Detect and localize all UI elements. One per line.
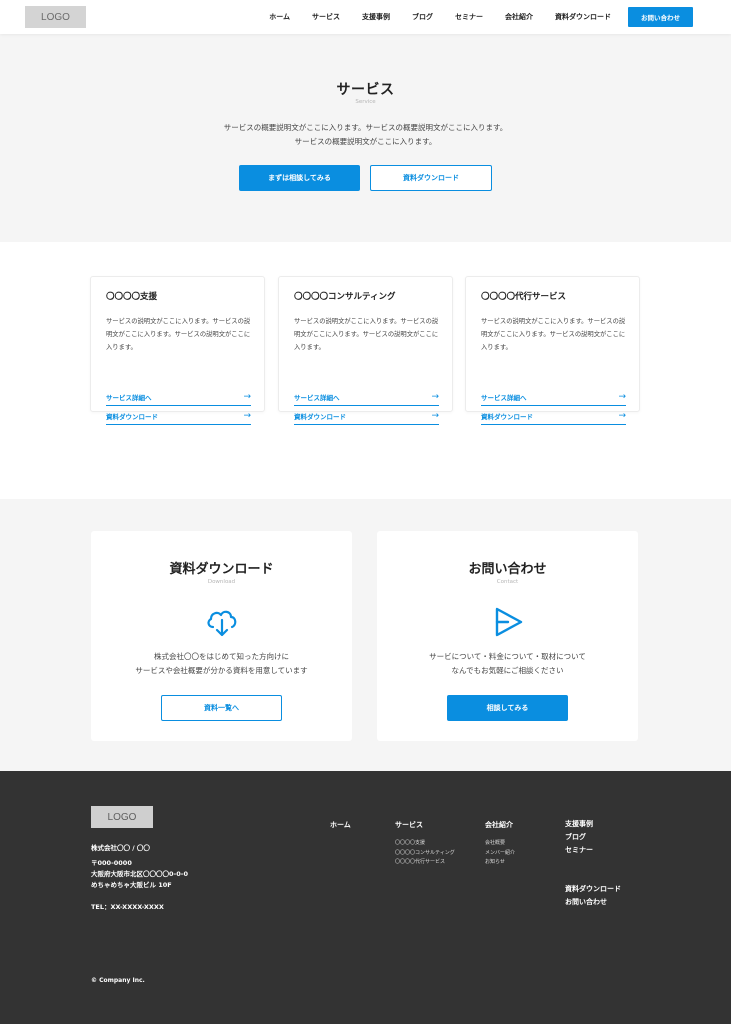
arrow-right-icon: → (618, 410, 626, 421)
nav-company[interactable]: 会社紹介 (505, 12, 533, 22)
hero-description: サービスの概要説明文がここに入ります。サービスの概要説明文がここに入ります。 サ… (0, 121, 731, 149)
service-detail-label: サービス詳細へ (106, 393, 152, 402)
main-nav: ホーム サービス 支援事例 ブログ セミナー 会社紹介 資料ダウンロード お問い… (269, 0, 693, 34)
page-title: サービス (336, 82, 395, 98)
footer-company-name: 株式会社〇〇 / 〇〇 (91, 844, 150, 852)
consult-button[interactable]: まずは相談してみる (239, 165, 360, 191)
service-card-desc: サービスの説明文がここに入ります。サービスの説明文がここに入ります。サービスの説… (294, 318, 439, 351)
download-card-desc: 株式会社〇〇をはじめて知った方向けに サービスや会社概要が分かる資料を用意してい… (91, 650, 352, 678)
hero-section: サービス Service サービスの概要説明文がここに入ります。サービスの概要説… (0, 34, 731, 242)
service-card: 〇〇〇〇支援 サービスの説明文がここに入ります。サービスの説明文がここに入ります… (90, 276, 265, 425)
send-icon (495, 607, 522, 637)
service-detail-link[interactable]: サービス詳細へ → (481, 388, 626, 406)
footer-copyright: © Company Inc. (91, 977, 145, 984)
service-card-desc: サービスの説明文がここに入ります。サービスの説明文がここに入ります。サービスの説… (106, 318, 251, 351)
footer-tel: TEL：XX-XXXX-XXXX (91, 903, 164, 911)
nav-service[interactable]: サービス (312, 12, 340, 22)
footer-link-seminar[interactable]: セミナー (565, 844, 593, 857)
service-detail-link[interactable]: サービス詳細へ → (294, 388, 439, 406)
service-detail-link[interactable]: サービス詳細へ → (106, 388, 251, 406)
header-contact-button[interactable]: お問い合わせ (628, 7, 693, 27)
service-download-link[interactable]: 資料ダウンロード → (294, 407, 439, 425)
service-detail-label: サービス詳細へ (294, 393, 340, 402)
download-button[interactable]: 資料ダウンロード (370, 165, 492, 191)
service-card: 〇〇〇〇コンサルティング サービスの説明文がここに入ります。サービスの説明文がこ… (278, 276, 453, 425)
download-desc-line2: サービスや会社概要が分かる資料を用意しています (135, 666, 308, 675)
services-section: 〇〇〇〇支援 サービスの説明文がここに入ります。サービスの説明文がここに入ります… (0, 242, 731, 499)
footer-address: 〒000-0000 大阪府大阪市北区〇〇〇〇0-0-0 めちゃめちゃ大阪ビル 1… (91, 858, 188, 891)
service-card-title: 〇〇〇〇支援 (106, 292, 158, 302)
site-header: LOGO ホーム サービス 支援事例 ブログ セミナー 会社紹介 資料ダウンロー… (0, 0, 731, 34)
download-list-button[interactable]: 資料一覧へ (161, 695, 282, 721)
contact-desc-line2: なんでもお気軽にご相談ください (451, 666, 564, 675)
footer-col-company: 会社紹介 会社概要 メンバー紹介 お知らせ (485, 820, 515, 868)
download-card: 資料ダウンロード Download 株式会社〇〇をはじめて知った方向けに サービ… (91, 531, 352, 741)
arrow-right-icon: → (431, 410, 439, 421)
cloud-download-icon (206, 610, 236, 637)
footer-link-service-item[interactable]: 〇〇〇〇支援 (395, 839, 455, 849)
download-card-title: 資料ダウンロード (169, 562, 274, 577)
service-card: 〇〇〇〇代行サービス サービスの説明文がここに入ります。サービスの説明文がここに… (465, 276, 640, 425)
service-card-desc: サービスの説明文がここに入ります。サービスの説明文がここに入ります。サービスの説… (481, 318, 626, 351)
contact-card-title: お問い合わせ (468, 562, 547, 577)
contact-card-subtitle: Contact (496, 579, 519, 585)
service-download-label: 資料ダウンロード (294, 412, 346, 421)
service-download-link[interactable]: 資料ダウンロード → (481, 407, 626, 425)
header-logo[interactable]: LOGO (25, 6, 86, 28)
arrow-right-icon: → (243, 391, 251, 402)
footer-link-service-item[interactable]: 〇〇〇〇コンサルティング (395, 849, 455, 859)
footer-link-contact[interactable]: お問い合わせ (565, 896, 621, 909)
footer-col-links: 支援事例 ブログ セミナー (565, 818, 593, 857)
contact-consult-button[interactable]: 相談してみる (447, 695, 568, 721)
footer-address-line2: めちゃめちゃ大阪ビル 10F (91, 881, 172, 889)
nav-home[interactable]: ホーム (269, 12, 290, 22)
nav-blog[interactable]: ブログ (412, 12, 433, 22)
footer-col-service: サービス 〇〇〇〇支援 〇〇〇〇コンサルティング 〇〇〇〇代行サービス (395, 820, 455, 868)
footer-link-service[interactable]: サービス (395, 820, 455, 830)
footer-link-company-item[interactable]: 会社概要 (485, 839, 515, 849)
footer-col-home: ホーム (330, 820, 351, 839)
footer-link-service-item[interactable]: 〇〇〇〇代行サービス (395, 858, 455, 868)
service-detail-label: サービス詳細へ (481, 393, 527, 402)
footer-col-links2: 資料ダウンロード お問い合わせ (565, 883, 621, 909)
footer-link-company[interactable]: 会社紹介 (485, 820, 515, 830)
nav-cases[interactable]: 支援事例 (362, 12, 390, 22)
cta-section: 資料ダウンロード Download 株式会社〇〇をはじめて知った方向けに サービ… (0, 499, 731, 771)
page-subtitle: Service (355, 99, 376, 105)
hero-desc-line2: サービスの概要説明文がここに入ります。 (294, 137, 437, 146)
contact-desc-line1: サービについて・料金について・取材について (429, 652, 586, 661)
download-card-subtitle: Download (207, 579, 236, 585)
footer-logo[interactable]: LOGO (91, 806, 153, 828)
service-card-title: 〇〇〇〇コンサルティング (294, 292, 396, 302)
arrow-right-icon: → (618, 391, 626, 402)
footer-link-company-item[interactable]: メンバー紹介 (485, 849, 515, 859)
service-download-label: 資料ダウンロード (481, 412, 533, 421)
nav-seminar[interactable]: セミナー (455, 12, 483, 22)
footer-address-line1: 大阪府大阪市北区〇〇〇〇0-0-0 (91, 870, 188, 878)
footer-postal: 〒000-0000 (91, 859, 132, 867)
hero-desc-line1: サービスの概要説明文がここに入ります。サービスの概要説明文がここに入ります。 (223, 123, 508, 132)
footer-link-home[interactable]: ホーム (330, 820, 351, 830)
service-download-label: 資料ダウンロード (106, 412, 158, 421)
footer-link-blog[interactable]: ブログ (565, 831, 593, 844)
contact-card: お問い合わせ Contact サービについて・料金について・取材について なんで… (377, 531, 638, 741)
footer-link-cases[interactable]: 支援事例 (565, 818, 593, 831)
footer-link-download[interactable]: 資料ダウンロード (565, 883, 621, 896)
service-download-link[interactable]: 資料ダウンロード → (106, 407, 251, 425)
contact-card-desc: サービについて・料金について・取材について なんでもお気軽にご相談ください (377, 650, 638, 678)
download-desc-line1: 株式会社〇〇をはじめて知った方向けに (154, 652, 289, 661)
nav-download[interactable]: 資料ダウンロード (555, 12, 611, 22)
site-footer: LOGO 株式会社〇〇 / 〇〇 〒000-0000 大阪府大阪市北区〇〇〇〇0… (0, 771, 731, 1024)
footer-link-company-item[interactable]: お知らせ (485, 858, 515, 868)
arrow-right-icon: → (431, 391, 439, 402)
service-card-title: 〇〇〇〇代行サービス (481, 292, 567, 302)
arrow-right-icon: → (243, 410, 251, 421)
